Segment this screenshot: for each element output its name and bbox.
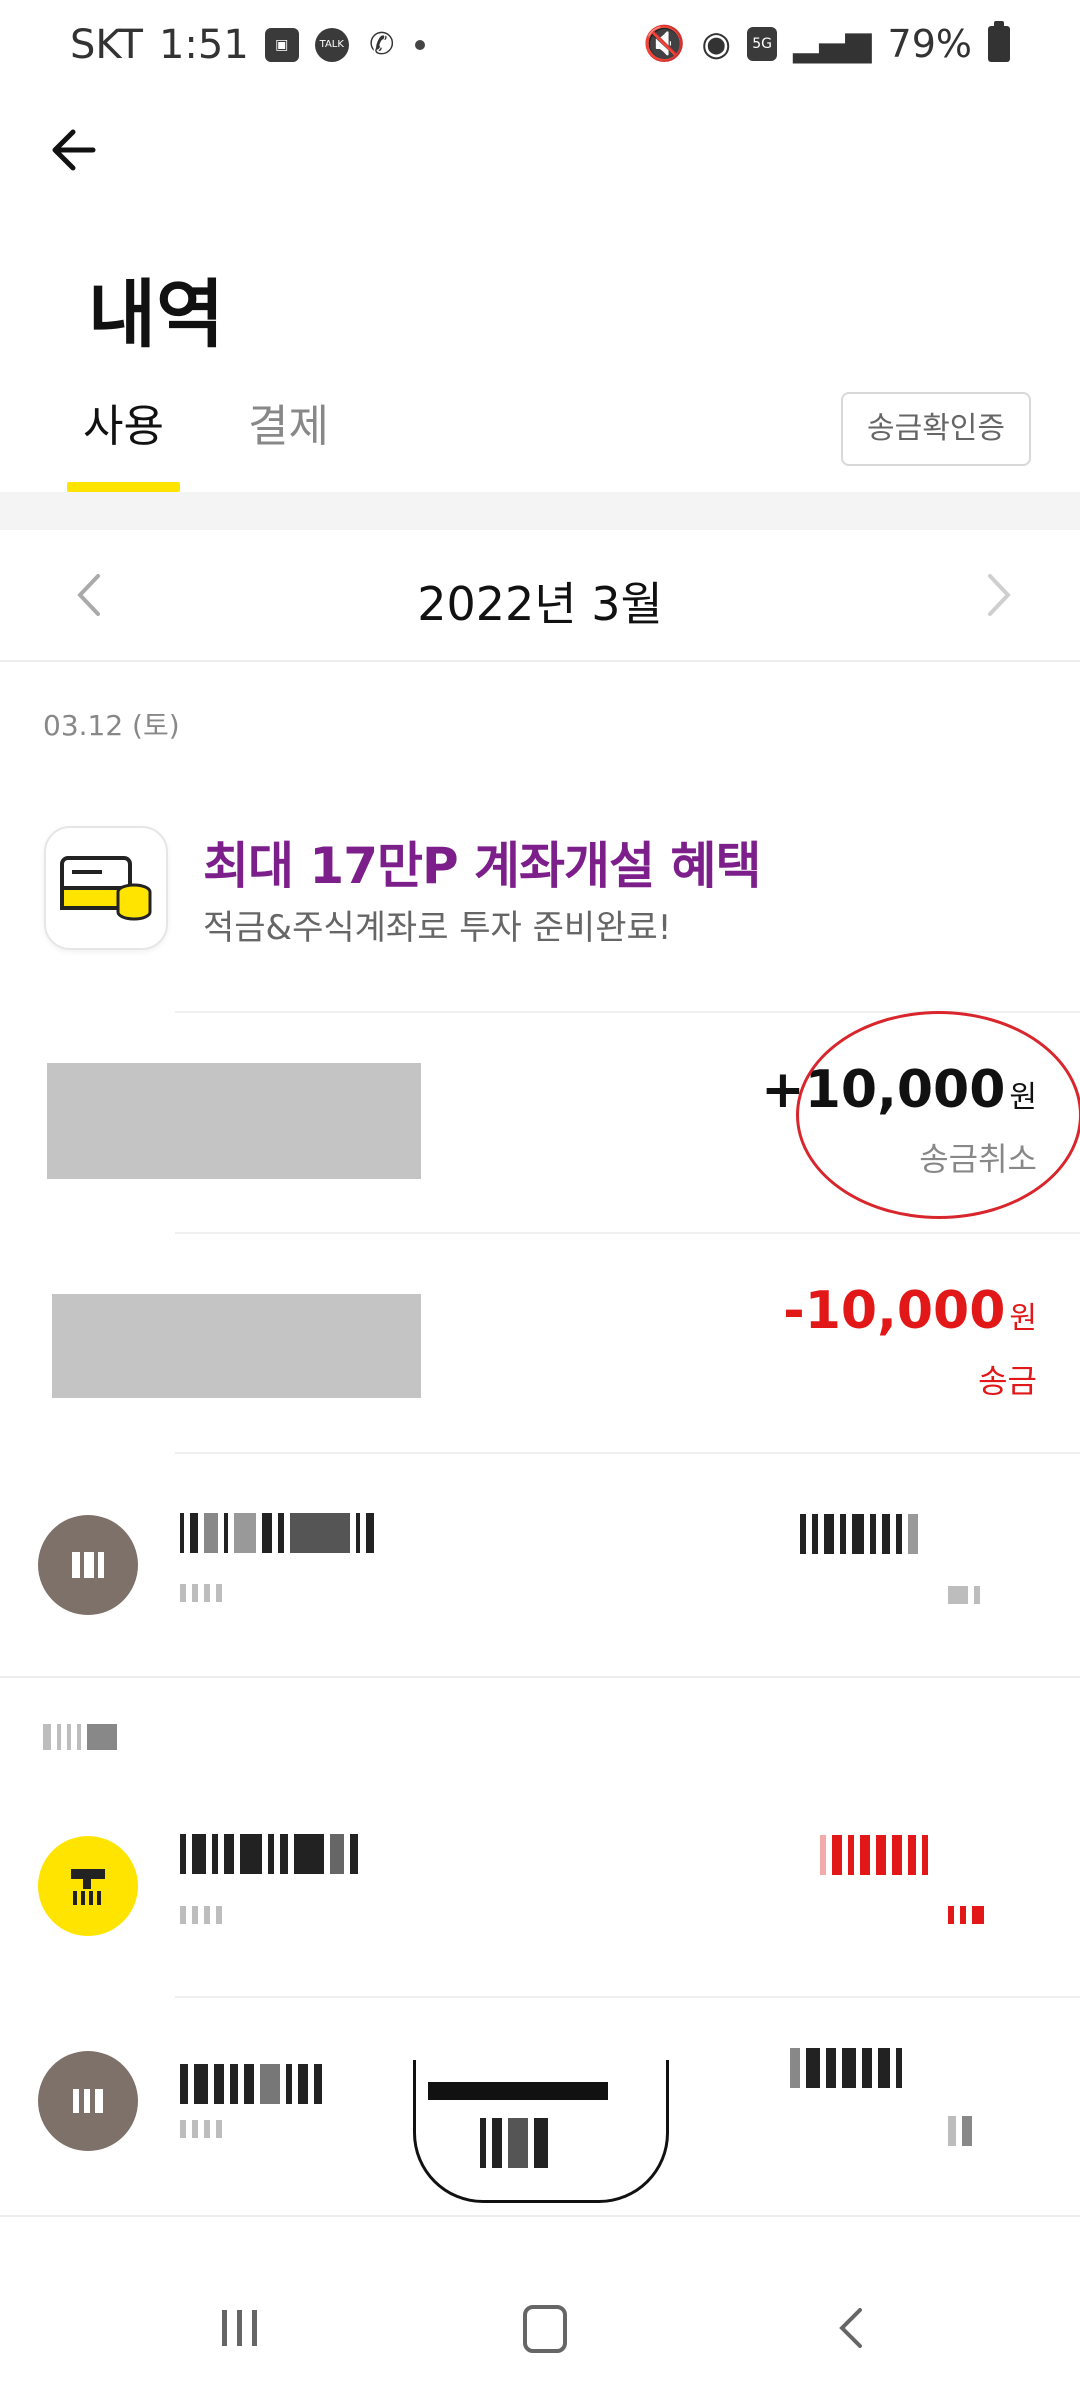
pixelated-transaction-name [180,1834,510,1874]
battery-icon [988,21,1010,62]
clock: 1:51 [158,22,249,68]
recent-apps-button[interactable] [222,2310,262,2346]
date-header: 03.12 (토) [43,709,180,742]
pixelated-pill-top [428,2082,608,2100]
promo-title[interactable]: 최대 17만P 계좌개설 혜택 [203,826,761,898]
battery-percent: 79% [887,22,972,66]
amount-value: -10,000 [783,1281,1006,1341]
card-coins-icon [60,856,152,921]
hotspot-icon: ◉ [701,24,732,64]
status-right: 🔇 ◉ 5G ▂▄▆ 79% [643,21,1010,66]
transaction-status: 송금 [978,1362,1037,1400]
signal-icon: ▂▄▆ [793,24,872,64]
redacted-transaction-name [47,1063,421,1179]
row-divider [175,1232,1080,1234]
pixelated-avatar-glyph [73,2089,103,2113]
currency-unit: 원 [1009,1301,1037,1336]
tab-payment[interactable]: 결제 [248,390,329,454]
promo-banner-icon[interactable] [44,826,168,950]
back-icon [839,2308,862,2348]
pixelated-transaction-name [180,1513,530,1553]
pixelated-transaction-amount [800,1514,1000,1554]
pixelated-transaction-time [180,2120,250,2138]
avatar [38,1836,138,1936]
tab-usage[interactable]: 사용 [83,390,164,454]
chevron-right-icon [988,574,1011,616]
month-divider [0,660,1080,662]
group-divider [0,1676,1080,1678]
pixelated-pill-label [480,2118,590,2168]
status-left: SKT 1:51 ▣ TALK ✆ [70,22,425,68]
pixelated-avatar-glyph [72,1552,104,1578]
pixelated-transaction-status [948,1586,1000,1604]
arrow-left-icon [52,129,96,171]
redacted-transaction-name [52,1294,421,1398]
remittance-certificate-button[interactable]: 송금확인증 [841,392,1031,466]
pixelated-transaction-time [180,1584,250,1602]
page-title: 내역 [88,272,225,358]
recent-apps-icon-bar [237,2310,242,2346]
talk-notification-icon: TALK [314,28,349,62]
row-divider [175,1996,1080,1998]
transaction-amount[interactable]: -10,000 원 [783,1281,1037,1341]
gallery-notification-icon: ▣ [264,28,299,62]
section-gap [0,492,1080,530]
pixelated-date-header [43,1724,163,1750]
carrier-label: SKT [70,22,143,68]
pixelated-transaction-status [948,2116,1000,2146]
status-bar: SKT 1:51 ▣ TALK ✆ 🔇 ◉ 5G ▂▄▆ 79% [0,0,1080,100]
pixelated-transaction-time [180,1906,250,1924]
next-month-button[interactable] [978,570,1018,620]
network-5g-icon: 5G [747,27,778,61]
missed-call-icon: ✆ [364,28,399,62]
home-button[interactable] [523,2305,567,2353]
avatar [38,1515,138,1615]
annotation-circle [796,1011,1080,1219]
back-button[interactable] [45,120,105,180]
pixelated-transaction-amount [790,2048,1000,2088]
active-tab-indicator [67,482,180,492]
pixelated-transaction-amount [820,1835,1000,1875]
row-divider [175,1452,1080,1454]
avatar [38,2051,138,2151]
recent-apps-icon [222,2310,227,2346]
system-back-button[interactable] [832,2304,872,2352]
more-notifications-dot [414,40,425,50]
mute-icon: 🔇 [643,24,686,64]
pixelated-avatar-glyph [71,1869,105,1905]
recent-apps-icon-bar [252,2310,257,2346]
month-label: 2022년 3월 [417,577,663,631]
pixelated-transaction-status [948,1906,1000,1924]
promo-subtitle: 적금&주식계좌로 투자 준비완료! [203,908,672,948]
